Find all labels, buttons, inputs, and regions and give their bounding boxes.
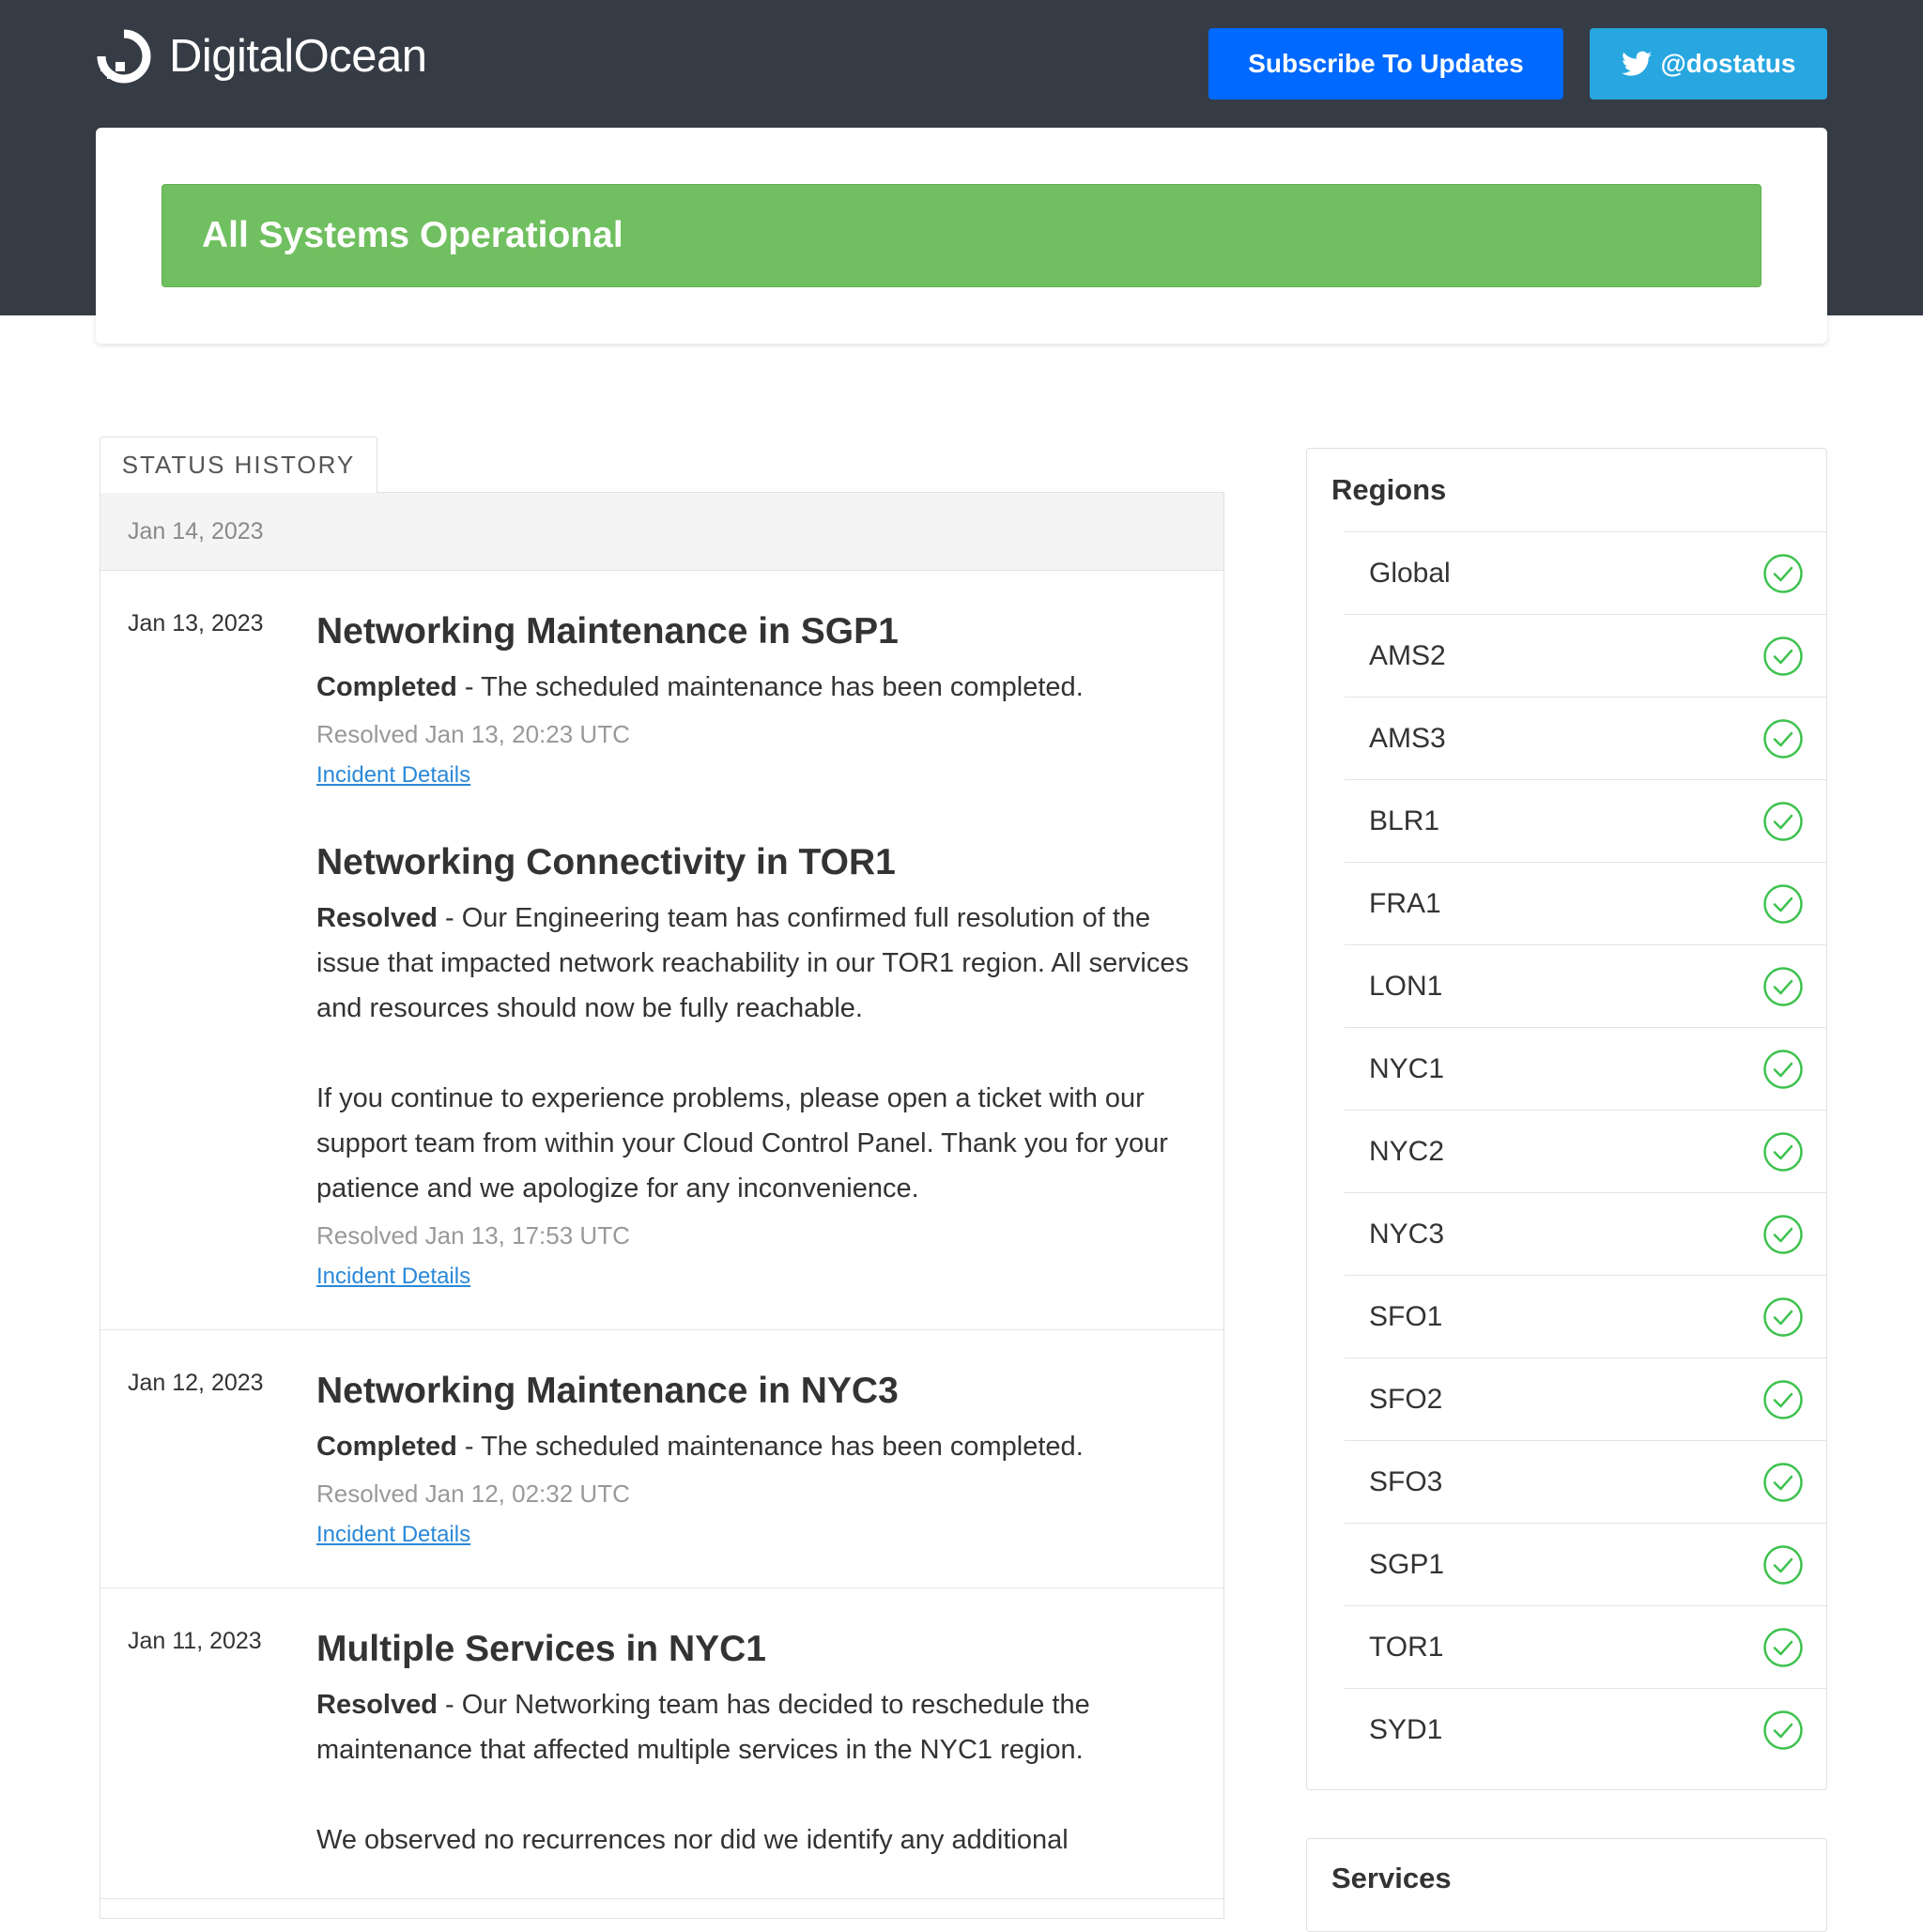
incident-message-extra: If you continue to experience problems, … (316, 1083, 1168, 1204)
region-name: SFO2 (1369, 1383, 1443, 1415)
history-day: Jan 11, 2023 Multiple Services in NYC1 Res… (100, 1588, 1223, 1899)
check-circle-icon (1763, 801, 1803, 841)
region-name: AMS2 (1369, 639, 1446, 671)
region-name: NYC2 (1369, 1135, 1445, 1167)
region-name: SFO3 (1369, 1465, 1443, 1497)
region-row[interactable]: TOR1 (1345, 1605, 1826, 1688)
check-circle-icon (1763, 966, 1803, 1006)
regions-panel: Regions Global AMS2 AMS3 BLR1 FRA1 LON1 NYC1 NY… (1306, 448, 1827, 1790)
digitalocean-logo-icon (97, 29, 151, 84)
check-circle-icon (1763, 553, 1803, 593)
incident-details-link[interactable]: Incident Details (316, 1260, 470, 1294)
incident-title[interactable]: Multiple Services in NYC1 (316, 1626, 1199, 1673)
region-row[interactable]: LON1 (1345, 944, 1826, 1027)
tab-status-history[interactable]: STATUS HISTORY (100, 437, 377, 493)
history-top-date: Jan 14, 2023 (100, 493, 1223, 571)
incident: Networking Connectivity in TOR1 Resolved … (316, 839, 1199, 1294)
logo[interactable]: DigitalOcean (96, 28, 427, 84)
region-row[interactable]: FRA1 (1345, 862, 1826, 944)
logo-text: DigitalOcean (169, 31, 427, 82)
check-circle-icon (1763, 1627, 1803, 1667)
incident-details-link[interactable]: Incident Details (316, 759, 470, 792)
incident: Networking Maintenance in NYC3 Completed … (316, 1368, 1199, 1552)
incident-status: Completed (316, 672, 457, 702)
incident-message: - Our Engineering team has confirmed ful… (316, 903, 1189, 1023)
day-date: Jan 13, 2023 (128, 610, 264, 636)
region-row[interactable]: BLR1 (1345, 779, 1826, 862)
twitter-button[interactable]: @dostatus (1590, 28, 1827, 100)
day-date: Jan 12, 2023 (128, 1370, 264, 1396)
region-name: SFO1 (1369, 1300, 1443, 1332)
check-circle-icon (1763, 636, 1803, 676)
region-row[interactable]: SGP1 (1345, 1523, 1826, 1605)
incident-resolved-time: Resolved Jan 12, 02:32 UTC (316, 1480, 630, 1508)
region-name: NYC1 (1369, 1052, 1445, 1084)
check-circle-icon (1763, 1214, 1803, 1254)
region-row[interactable]: SFO3 (1345, 1440, 1826, 1523)
check-circle-icon (1763, 1296, 1803, 1337)
region-name: LON1 (1369, 970, 1443, 1002)
region-name: BLR1 (1369, 805, 1440, 836)
incident-message: - The scheduled maintenance has been com… (456, 672, 1084, 702)
region-row[interactable]: SFO2 (1345, 1357, 1826, 1440)
incident: Networking Maintenance in SGP1 Completed … (316, 608, 1199, 792)
incident-message: - The scheduled maintenance has been com… (456, 1432, 1084, 1462)
incident-title[interactable]: Networking Maintenance in NYC3 (316, 1368, 1199, 1415)
region-row[interactable]: NYC2 (1345, 1110, 1826, 1192)
check-circle-icon (1763, 883, 1803, 924)
region-row[interactable]: SFO1 (1345, 1275, 1826, 1357)
region-row[interactable]: SYD1 (1345, 1688, 1826, 1771)
incident-resolved-time: Resolved Jan 13, 20:23 UTC (316, 720, 630, 748)
history-day: Jan 12, 2023 Networking Maintenance in NY… (100, 1330, 1223, 1588)
check-circle-icon (1763, 1462, 1803, 1502)
twitter-bird-icon (1621, 51, 1652, 76)
incident-title[interactable]: Networking Connectivity in TOR1 (316, 839, 1199, 886)
incident-update: Resolved - Our Networking team has decid… (316, 1682, 1199, 1772)
incident: Multiple Services in NYC1 Resolved - Our … (316, 1626, 1199, 1863)
day-date: Jan 11, 2023 (128, 1628, 262, 1654)
incident-status: Resolved (316, 1690, 438, 1720)
check-circle-icon (1763, 718, 1803, 759)
status-history-panel: Jan 14, 2023 Jan 13, 2023 Networking Main… (100, 492, 1224, 1919)
services-panel: Services (1306, 1838, 1827, 1932)
region-name: SYD1 (1369, 1713, 1443, 1745)
region-name: AMS3 (1369, 722, 1446, 754)
region-name: NYC3 (1369, 1218, 1445, 1250)
incident-details-link[interactable]: Incident Details (316, 1518, 470, 1552)
check-circle-icon (1763, 1131, 1803, 1172)
twitter-label: @dostatus (1660, 49, 1796, 78)
incident-update: Completed - The scheduled maintenance ha… (316, 665, 1199, 710)
region-row[interactable]: Global (1345, 531, 1826, 614)
region-name: Global (1369, 557, 1451, 589)
subscribe-button[interactable]: Subscribe To Updates (1208, 28, 1563, 100)
region-row[interactable]: NYC3 (1345, 1192, 1826, 1275)
status-card: All Systems Operational (96, 128, 1827, 344)
region-row[interactable]: NYC1 (1345, 1027, 1826, 1110)
incident-status: Completed (316, 1432, 457, 1462)
services-title: Services (1331, 1862, 1452, 1894)
incident-message-extra: We observed no recurrences nor did we id… (316, 1825, 1069, 1855)
incident-update: Resolved - Our Engineering team has conf… (316, 896, 1199, 1031)
region-name: FRA1 (1369, 887, 1441, 919)
incident-status: Resolved (316, 903, 438, 933)
check-circle-icon (1763, 1049, 1803, 1089)
region-row[interactable]: AMS3 (1345, 697, 1826, 779)
check-circle-icon (1763, 1379, 1803, 1419)
region-row[interactable]: AMS2 (1345, 614, 1826, 697)
region-name: SGP1 (1369, 1548, 1445, 1580)
incident-title[interactable]: Networking Maintenance in SGP1 (316, 608, 1199, 655)
region-name: TOR1 (1369, 1631, 1444, 1663)
check-circle-icon (1763, 1710, 1803, 1750)
history-day: Jan 13, 2023 Networking Maintenance in SG… (100, 571, 1223, 1330)
regions-title: Regions (1331, 473, 1447, 506)
check-circle-icon (1763, 1544, 1803, 1585)
incident-resolved-time: Resolved Jan 13, 17:53 UTC (316, 1221, 630, 1250)
system-status-banner: All Systems Operational (162, 184, 1761, 287)
incident-update: Completed - The scheduled maintenance ha… (316, 1424, 1199, 1469)
